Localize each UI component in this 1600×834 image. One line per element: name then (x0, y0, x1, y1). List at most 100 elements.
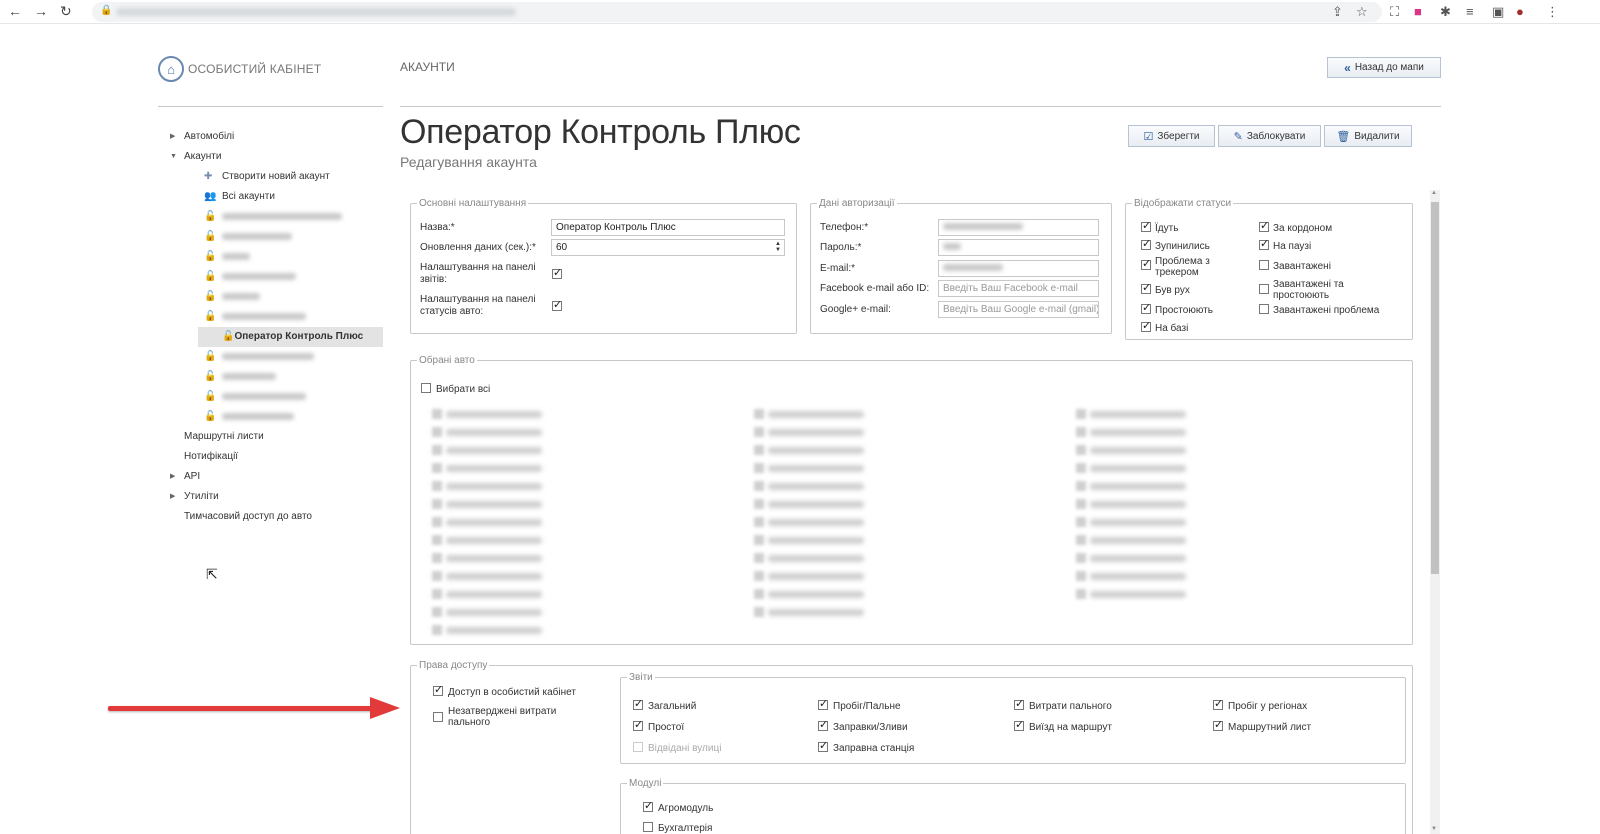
status-checkbox[interactable] (1259, 237, 1269, 250)
car-checkbox-blurred[interactable] (432, 427, 442, 437)
puzzle-icon[interactable]: ✱ (1440, 4, 1451, 20)
sidebar-account-item[interactable]: 🔓 (170, 227, 385, 247)
sidebar-item-api[interactable]: ▶ API (170, 467, 385, 487)
star-icon[interactable]: ☆ (1356, 4, 1368, 20)
status-checkbox[interactable] (1141, 257, 1151, 270)
facebook-input[interactable]: Введіть Ваш Facebook e-mail (938, 280, 1099, 297)
car-checkbox-blurred[interactable] (1076, 499, 1086, 509)
address-bar[interactable]: 🔒 (92, 2, 1382, 22)
car-checkbox-blurred[interactable] (1076, 517, 1086, 527)
car-checkbox-blurred[interactable] (432, 589, 442, 599)
car-checkbox-blurred[interactable] (1076, 463, 1086, 473)
extension-icon[interactable]: ■ (1414, 4, 1422, 19)
reload-icon[interactable]: ↻ (60, 3, 72, 20)
status-checkbox[interactable] (1141, 237, 1151, 250)
car-checkbox-blurred[interactable] (754, 553, 764, 563)
email-input[interactable] (938, 260, 1099, 277)
scroll-down-icon[interactable]: ▼ (1431, 826, 1437, 832)
phone-input[interactable] (938, 219, 1099, 236)
password-input[interactable] (938, 239, 1099, 256)
car-checkbox-blurred[interactable] (432, 625, 442, 635)
status-checkbox[interactable] (1141, 319, 1151, 332)
sidebar-item-cars[interactable]: ▶ Автомобілі (170, 127, 385, 147)
sidebar-item-all-accounts[interactable]: 👥 Всі акаунти (170, 187, 385, 207)
sidebar-account-item[interactable]: 🔓 (170, 407, 385, 427)
reports-panel-checkbox[interactable] (552, 266, 562, 279)
car-checkbox-blurred[interactable] (754, 499, 764, 509)
screenshot-icon[interactable]: ⛶ (1390, 4, 1399, 20)
status-checkbox[interactable] (1259, 260, 1269, 270)
status-checkbox[interactable] (1259, 284, 1269, 294)
sidebar-account-item[interactable]: 🔓 (170, 247, 385, 267)
car-checkbox-blurred[interactable] (432, 499, 442, 509)
car-checkbox-blurred[interactable] (754, 589, 764, 599)
car-checkbox-blurred[interactable] (754, 463, 764, 473)
sidebar-item-notifications[interactable]: Нотифікації (170, 447, 385, 467)
sidebar-account-item-active[interactable]: 🔓Оператор Контроль Плюс (198, 327, 383, 347)
sidebar-item-utilities[interactable]: ▶ Утиліти (170, 487, 385, 507)
back-to-map-button[interactable]: « Назад до мапи (1327, 57, 1441, 78)
car-checkbox-blurred[interactable] (1076, 571, 1086, 581)
car-checkbox-blurred[interactable] (432, 607, 442, 617)
status-checkbox[interactable] (1259, 219, 1269, 232)
car-checkbox-blurred[interactable] (432, 481, 442, 491)
sidebar-item-temp-access[interactable]: Тимчасовий доступ до авто (170, 507, 385, 527)
car-checkbox-blurred[interactable] (754, 535, 764, 545)
sidebar-account-item[interactable]: 🔓 (170, 347, 385, 367)
car-checkbox-blurred[interactable] (1076, 553, 1086, 563)
sidebar-item-accounts[interactable]: ▼ Акаунти (170, 147, 385, 167)
car-checkbox-blurred[interactable] (432, 463, 442, 473)
page-scrollbar[interactable]: ▲ ▼ (1430, 190, 1440, 834)
refresh-stepper[interactable]: 60 ▲ ▼ (551, 239, 785, 256)
report-checkbox[interactable] (1014, 718, 1024, 731)
car-checkbox-blurred[interactable] (432, 445, 442, 455)
car-checkbox-blurred[interactable] (754, 409, 764, 419)
sidebar-item-create-account[interactable]: ✚ Створити новий акаунт (170, 167, 385, 187)
report-checkbox[interactable] (818, 739, 828, 752)
car-checkbox-blurred[interactable] (754, 481, 764, 491)
module-checkbox[interactable] (643, 799, 653, 812)
forward-arrow-icon[interactable]: → (34, 3, 48, 19)
playlist-icon[interactable]: ≡ (1466, 4, 1474, 19)
scrollbar-thumb[interactable] (1431, 202, 1439, 574)
sidebar-account-item[interactable]: 🔓 (170, 387, 385, 407)
status-checkbox[interactable] (1141, 219, 1151, 232)
scroll-up-icon[interactable]: ▲ (1431, 190, 1437, 196)
car-checkbox-blurred[interactable] (754, 571, 764, 581)
report-checkbox[interactable] (1014, 697, 1024, 710)
car-checkbox-blurred[interactable] (754, 427, 764, 437)
car-checkbox-blurred[interactable] (754, 607, 764, 617)
unconfirmed-fuel-checkbox[interactable] (433, 712, 443, 722)
share-icon[interactable]: ⇪ (1332, 4, 1343, 20)
sidebar-account-item[interactable]: 🔓 (170, 367, 385, 387)
car-checkbox-blurred[interactable] (432, 571, 442, 581)
name-input[interactable]: Оператор Контроль Плюс (551, 219, 785, 236)
sidepanel-icon[interactable]: ▣ (1492, 4, 1504, 20)
sidebar-account-item[interactable]: 🔓 (170, 307, 385, 327)
car-checkbox-blurred[interactable] (754, 517, 764, 527)
car-checkbox-blurred[interactable] (432, 553, 442, 563)
back-arrow-icon[interactable]: ← (8, 3, 22, 19)
sidebar-item-route-sheets[interactable]: Маршрутні листи (170, 427, 385, 447)
cabinet-access-checkbox[interactable] (433, 683, 443, 696)
status-checkbox[interactable] (1259, 304, 1269, 314)
report-checkbox[interactable] (818, 718, 828, 731)
google-input[interactable]: Введіть Ваш Google e-mail (gmail) (938, 301, 1099, 318)
report-checkbox[interactable] (633, 718, 643, 731)
car-checkbox-blurred[interactable] (754, 445, 764, 455)
report-checkbox[interactable] (1213, 697, 1223, 710)
car-checkbox-blurred[interactable] (432, 517, 442, 527)
logo[interactable]: ⌂ ОСОБИСТИЙ КАБІНЕТ (158, 56, 321, 82)
save-button[interactable]: ☑ Зберегти (1128, 125, 1215, 147)
menu-dots-icon[interactable]: ⋮ (1546, 4, 1559, 20)
car-checkbox-blurred[interactable] (1076, 427, 1086, 437)
car-checkbox-blurred[interactable] (1076, 535, 1086, 545)
report-checkbox[interactable] (1213, 718, 1223, 731)
sidebar-account-item[interactable]: 🔓 (170, 207, 385, 227)
status-checkbox[interactable] (1141, 301, 1151, 314)
car-checkbox-blurred[interactable] (1076, 481, 1086, 491)
module-checkbox[interactable] (643, 822, 653, 832)
sidebar-account-item[interactable]: 🔓 (170, 267, 385, 287)
car-checkbox-blurred[interactable] (432, 535, 442, 545)
profile-avatar-icon[interactable]: ● (1516, 4, 1524, 19)
